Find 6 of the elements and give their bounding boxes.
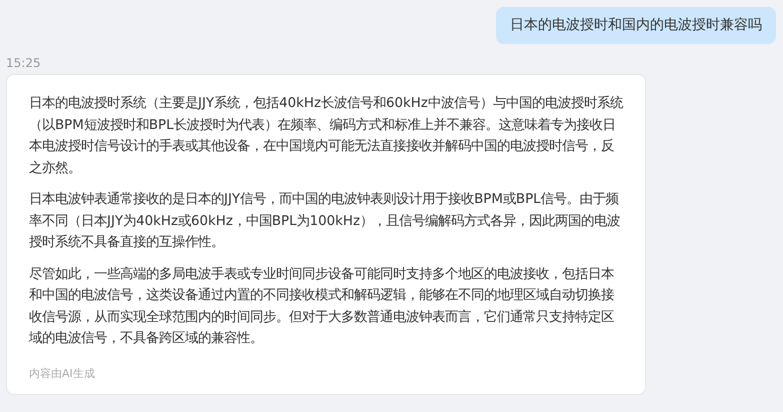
reply-paragraph: 日本电波钟表通常接收的是日本的JJY信号，而中国的电波钟表则设计用于接收BPM或BPL信号。由于频率不同（日本JJY为40kHz或60kHz，中国BPL为100kHz），且信号编解码方式各异，因此两国的电波授时系统不具备直接的互操作性。 xyxy=(29,190,621,252)
timestamp: 15:25 xyxy=(6,55,42,72)
reply-paragraph: 日本的电波授时系统（主要是JJY系统，包括40kHz长波信号和60kHz中波信号）与中国的电波授时系统（以BPM短波授时和BPL长波授时为代表）在频率、编码方式和标准上并不兼容。这意味着专为接收日本电波授时信号设计的手表或其他设备，在中国境内可能无法直接接收并解码中国的电波授时信号，反之亦然。 xyxy=(29,94,623,178)
user-message: 日本的电波授时和国内的电波授时兼容吗 xyxy=(496,7,776,44)
ai-disclaimer: 内容由AI生成 xyxy=(29,366,96,382)
reply-paragraph: 尽管如此，一些高端的多局电波手表或专业时间同步设备可能同时支持多个地区的电波接收，包括日本和中国的电波信号，这类设备通过内置的不同接收模式和解码逻辑，能够在不同的地理区域自动切换接收信号源，从而实现全球范围内的时间同步。但对于大多数普通电波钟表而言，它们通常只支持特定区域的电波信号，不具备跨区域的兼容性。 xyxy=(29,266,615,348)
